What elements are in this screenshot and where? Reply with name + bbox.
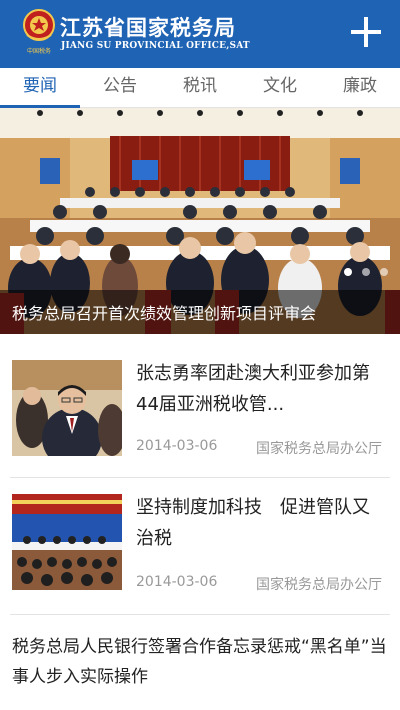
carousel-dot[interactable] <box>344 268 352 276</box>
category-tabs: 要闻 公告 税讯 文化 廉政 <box>0 68 400 108</box>
app-subtitle: JIANG SU PROVINCIAL OFFICE,SAT <box>61 41 250 51</box>
list-item[interactable]: 坚持制度加科技 促进管队又治税 2014-03-06 国家税务总局办公厅 <box>0 478 400 614</box>
app-title: 江苏省国家税务局 <box>60 16 236 40</box>
news-title: 张志勇率团赴澳大利亚参加第44届亚洲税收管... <box>136 363 370 415</box>
app-header: 中国税务 江苏省国家税务局 JIANG SU PROVINCIAL OFFICE… <box>0 0 400 68</box>
carousel-indicators <box>344 268 388 276</box>
news-source: 国家税务总局办公厅 <box>256 577 382 593</box>
divider <box>10 614 390 615</box>
headline-carousel[interactable]: 税务总局召开首次绩效管理创新项目评审会 <box>0 108 400 334</box>
carousel-caption: 税务总局召开首次绩效管理创新项目评审会 <box>12 304 317 323</box>
tab-announcements[interactable]: 公告 <box>80 68 160 107</box>
news-title[interactable]: 税务总局人民银行签署合作备忘录惩戒“黑名单”当事人步入实际操作 <box>12 632 388 692</box>
news-source: 国家税务总局办公厅 <box>256 441 382 457</box>
tab-culture[interactable]: 文化 <box>240 68 320 107</box>
svg-text:中国税务: 中国税务 <box>27 47 51 55</box>
carousel-caption-bar: 税务总局召开首次绩效管理创新项目评审会 <box>0 290 400 334</box>
add-icon[interactable] <box>346 12 386 52</box>
news-date: 2014-03-06 <box>136 574 218 590</box>
list-item[interactable]: 张志勇率团赴澳大利亚参加第44届亚洲税收管... 2014-03-06 国家税务… <box>0 334 400 476</box>
tab-integrity[interactable]: 廉政 <box>320 68 400 107</box>
tab-news[interactable]: 要闻 <box>0 68 80 108</box>
tax-emblem-logo: 中国税务 <box>22 7 56 57</box>
news-title: 坚持制度加科技 促进管队又治税 <box>136 497 370 549</box>
news-thumbnail <box>12 360 122 456</box>
carousel-dot[interactable] <box>362 268 370 276</box>
news-thumbnail <box>12 494 122 590</box>
news-date: 2014-03-06 <box>136 438 218 454</box>
tab-tax-news[interactable]: 税讯 <box>160 68 240 107</box>
carousel-dot[interactable] <box>380 268 388 276</box>
